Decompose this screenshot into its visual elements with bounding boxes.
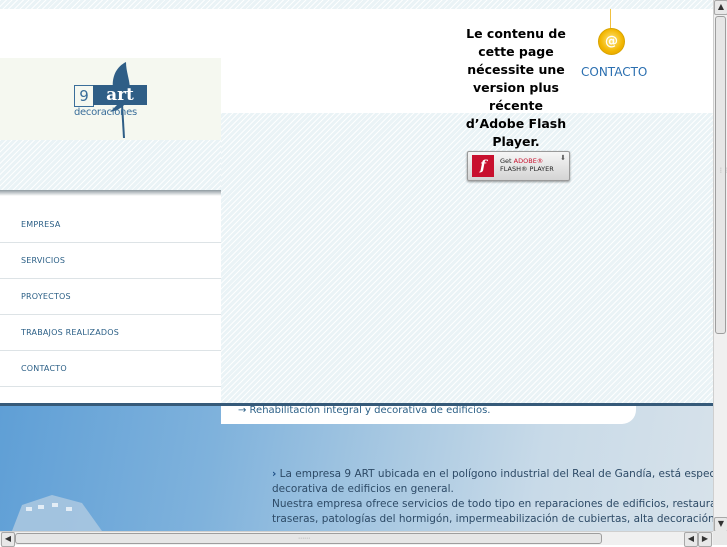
intro-line: traseras, patologías del hormigón, imper… bbox=[272, 513, 713, 525]
at-sign-icon[interactable]: @ bbox=[598, 28, 625, 55]
bullet-arrow-icon: › bbox=[272, 468, 277, 480]
flash-button-player: FLASH® PLAYER bbox=[500, 165, 554, 173]
logo-subtitle: decoraciones bbox=[74, 107, 137, 118]
nav-item-proyectos[interactable]: Proyectos bbox=[0, 279, 221, 315]
nav-item-label: Proyectos bbox=[21, 292, 71, 301]
intro-line: decorativa de edificios en general. bbox=[272, 483, 454, 495]
main-nav: Empresa Servicios Proyectos Trabajos Rea… bbox=[0, 207, 221, 387]
contact-hanger-line bbox=[610, 9, 611, 29]
nav-item-contacto[interactable]: Contacto bbox=[0, 351, 221, 387]
flash-required-message: Le contenu de cette page nécessite une v… bbox=[465, 26, 567, 149]
scroll-up-button[interactable]: ▲ bbox=[714, 0, 727, 15]
grip-icon: ⋯⋯ bbox=[298, 535, 310, 542]
get-flash-player-button[interactable]: f Get ADOBE® FLASH® PLAYER ⬇ bbox=[467, 151, 570, 181]
flash-button-adobe: ADOBE® bbox=[513, 157, 544, 165]
nav-item-label: Contacto bbox=[21, 364, 67, 373]
nav-item-servicios[interactable]: Servicios bbox=[0, 243, 221, 279]
vertical-scroll-thumb[interactable]: ⋮⋮ bbox=[715, 16, 727, 334]
nav-item-empresa[interactable]: Empresa bbox=[0, 207, 221, 243]
intro-line: › La empresa 9 ART ubicada en el polígon… bbox=[272, 468, 713, 480]
left-decor-band bbox=[0, 140, 221, 190]
nav-item-label: Empresa bbox=[21, 220, 61, 229]
contact-link[interactable]: CONTACTO bbox=[581, 65, 647, 79]
top-decor-band bbox=[0, 0, 713, 9]
horizontal-scrollbar[interactable]: ◀ ⋯⋯ ◀ ▶ bbox=[0, 531, 713, 547]
intro-line: Nuestra empresa ofrece servicios de todo… bbox=[272, 498, 713, 510]
download-arrow-icon: ⬇ bbox=[560, 154, 566, 162]
logo-number: 9 bbox=[74, 85, 94, 107]
scroll-down-button[interactable]: ▼ bbox=[714, 517, 727, 532]
flash-button-text: Get ADOBE® FLASH® PLAYER bbox=[500, 157, 554, 173]
flash-button-get: Get bbox=[500, 157, 512, 165]
horizontal-scroll-thumb[interactable]: ⋯⋯ bbox=[15, 533, 602, 544]
grip-icon: ⋮⋮ bbox=[718, 167, 727, 174]
nav-item-label: Trabajos Realizados bbox=[21, 328, 120, 337]
nav-item-label: Servicios bbox=[21, 256, 66, 265]
nav-item-trabajos-realizados[interactable]: Trabajos Realizados bbox=[0, 315, 221, 351]
building-image bbox=[12, 495, 102, 531]
vertical-scrollbar[interactable]: ▲ ⋮⋮ ▼ bbox=[713, 0, 727, 532]
tagline: → Rehabilitación integral y decorativa d… bbox=[238, 405, 491, 416]
scrollbar-corner bbox=[713, 531, 727, 545]
logo-word: art bbox=[93, 85, 147, 105]
intro-text: › La empresa 9 ART ubicada en el polígon… bbox=[272, 467, 713, 527]
flash-logo-icon: f bbox=[472, 155, 494, 177]
left-shadow bbox=[0, 190, 221, 196]
